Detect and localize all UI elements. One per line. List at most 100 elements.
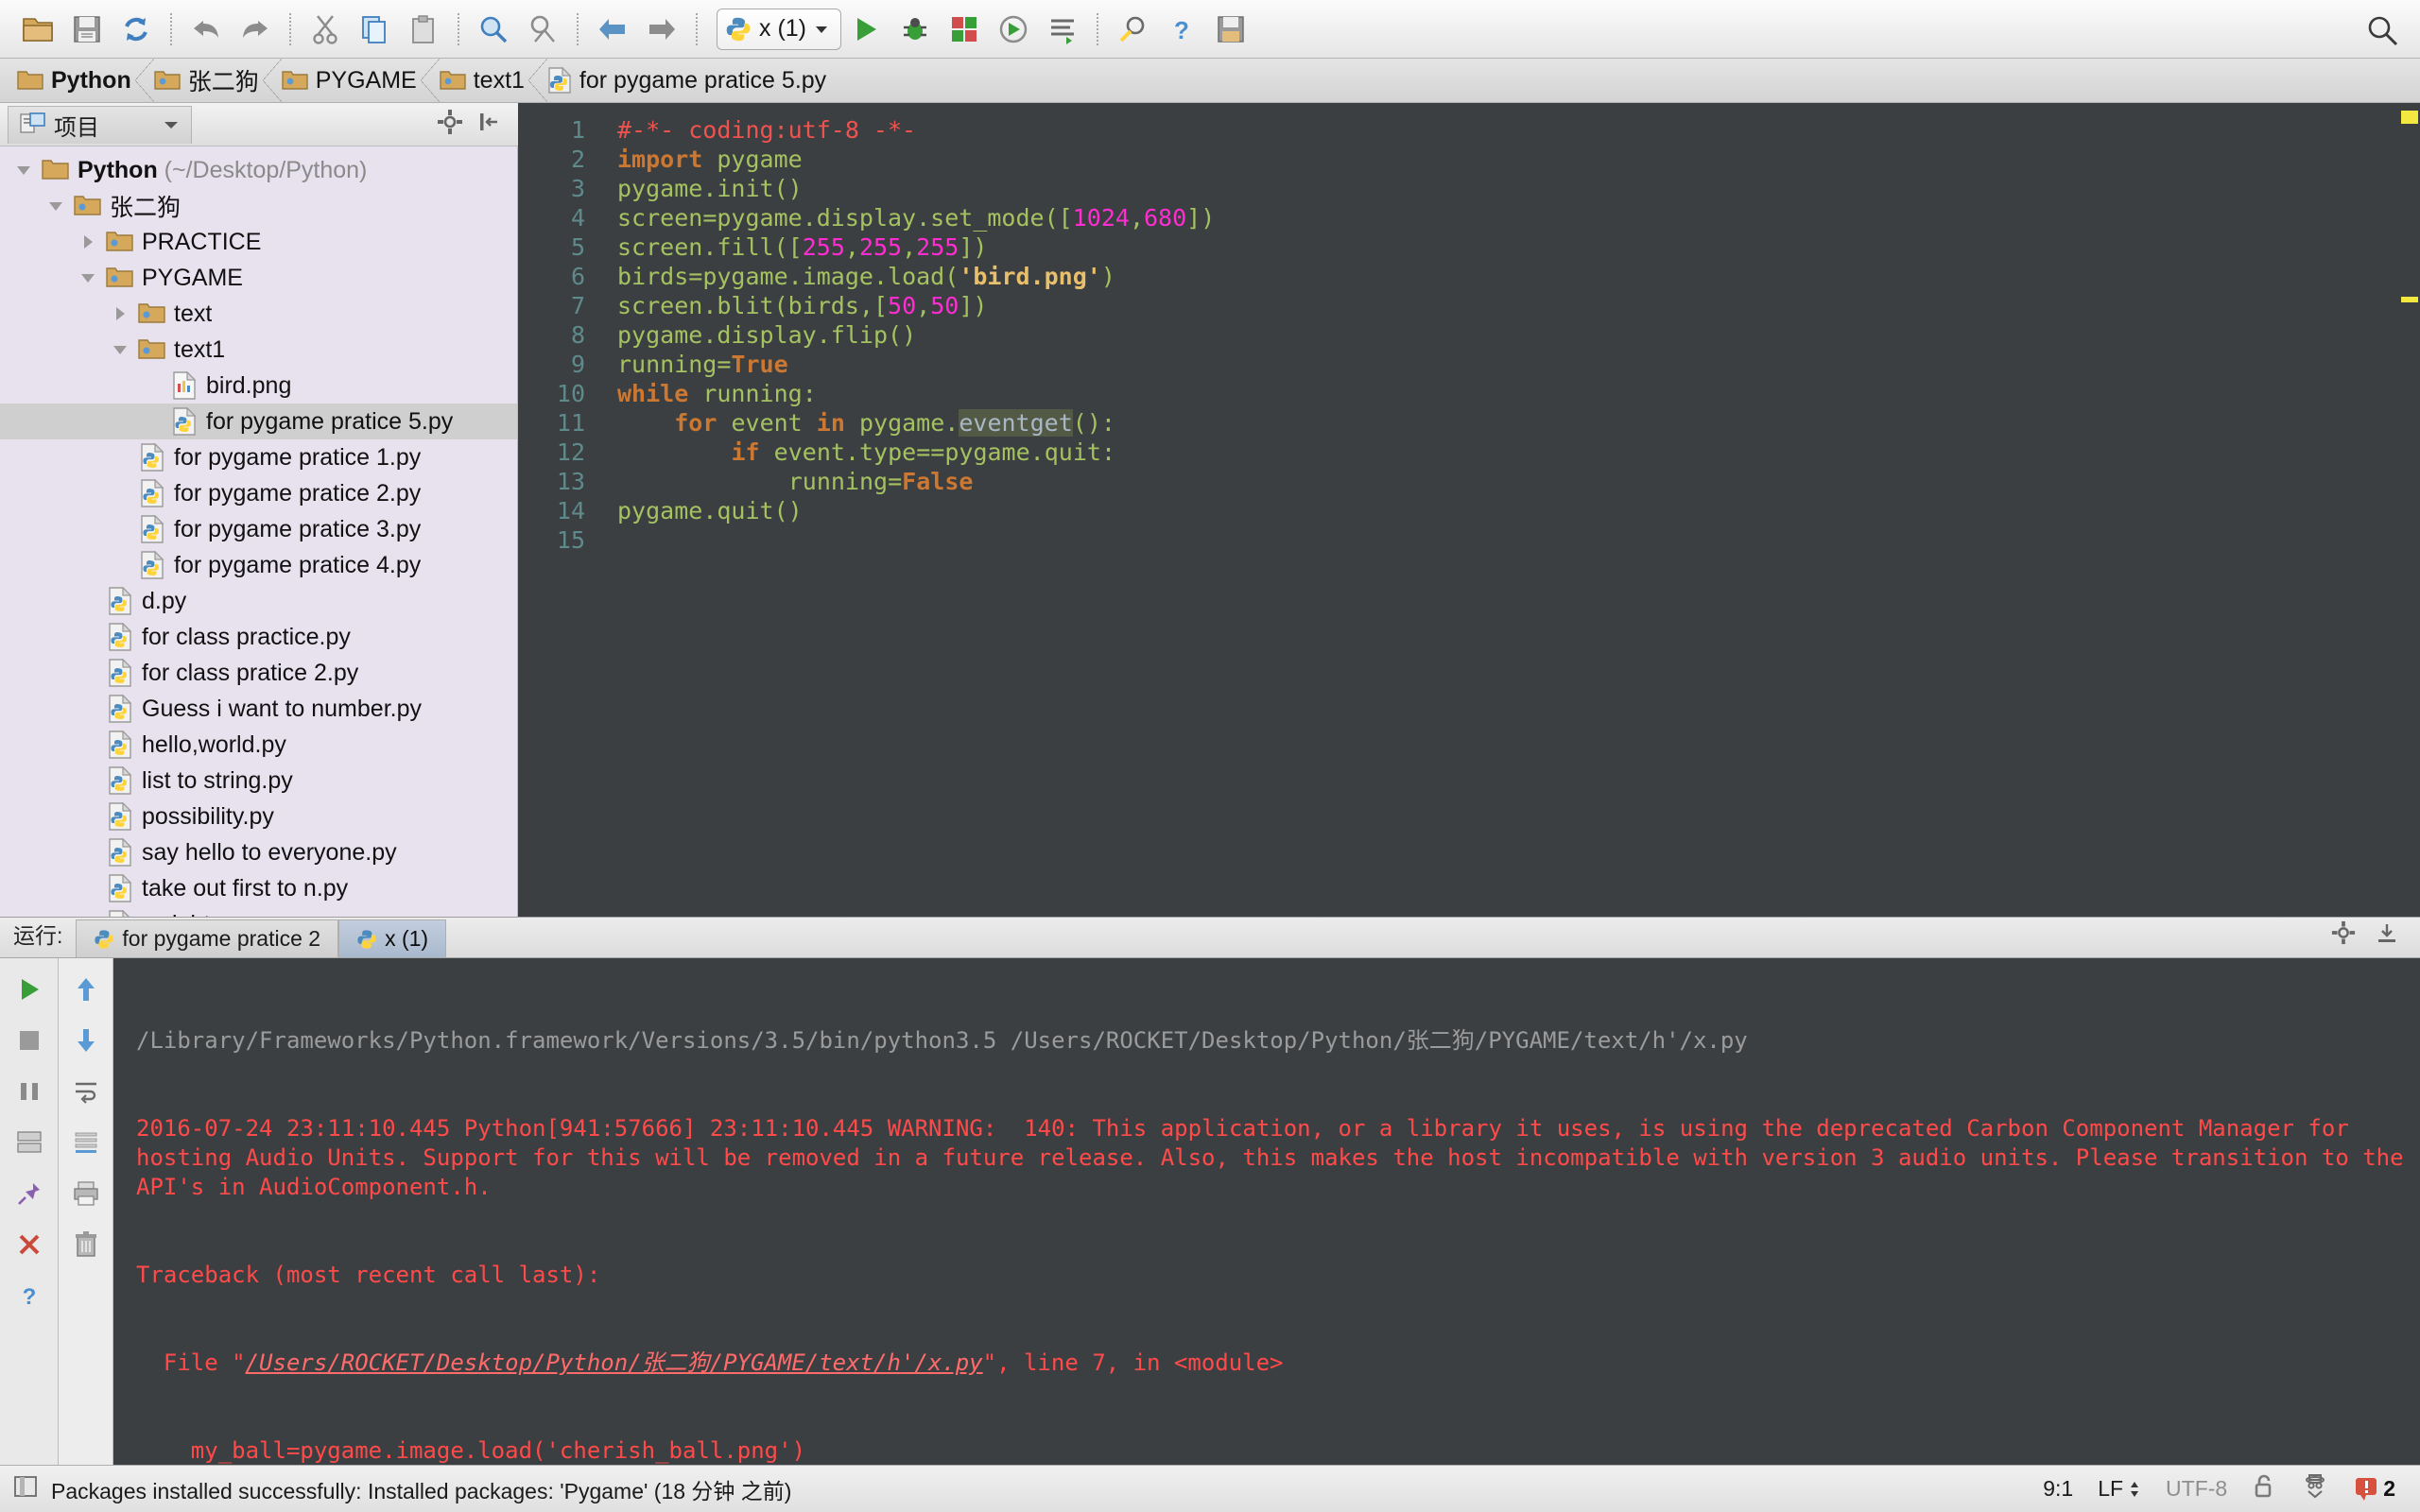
editor-marker-bar[interactable] xyxy=(2399,103,2420,917)
scroll-down-icon[interactable] xyxy=(62,1017,110,1064)
code-line[interactable] xyxy=(617,525,2420,555)
coverage-icon[interactable] xyxy=(940,7,989,52)
close-icon[interactable] xyxy=(6,1221,53,1268)
inspect-icon[interactable] xyxy=(1108,7,1157,52)
console-icon[interactable] xyxy=(1038,7,1087,52)
console-output[interactable]: /Library/Frameworks/Python.framework/Ver… xyxy=(113,958,2420,1465)
tree-node[interactable]: hello,world.py xyxy=(0,727,517,763)
run-configuration-selector[interactable]: x (1) xyxy=(717,9,841,50)
collapse-all-icon[interactable] xyxy=(476,110,501,139)
breadcrumb-item-python[interactable]: Python xyxy=(8,59,145,102)
pin-icon[interactable] xyxy=(6,1170,53,1217)
code-line[interactable]: birds=pygame.image.load('bird.png') xyxy=(617,262,2420,291)
soft-wrap-icon[interactable] xyxy=(62,1068,110,1115)
minimize-icon[interactable] xyxy=(2375,920,2399,950)
run-tab-x1[interactable]: x (1) xyxy=(338,919,446,957)
breadcrumb-item-zhang[interactable]: 张二狗 xyxy=(145,59,272,102)
sync-icon[interactable] xyxy=(112,7,161,52)
tree-node[interactable]: Python (~/Desktop/Python) xyxy=(0,152,517,188)
tree-node[interactable]: for pygame pratice 1.py xyxy=(0,439,517,475)
search-everywhere-icon[interactable] xyxy=(2365,13,2399,52)
caret-position[interactable]: 9:1 xyxy=(2043,1476,2073,1502)
scroll-up-icon[interactable] xyxy=(62,966,110,1013)
code-line[interactable]: pygame.init() xyxy=(617,174,2420,203)
tree-node-selected[interactable]: for pygame pratice 5.py xyxy=(0,404,517,439)
code-line[interactable]: screen.blit(birds,[50,50]) xyxy=(617,291,2420,320)
twisty-collapsed-icon[interactable] xyxy=(104,304,136,323)
tree-node[interactable]: take out first to n.py xyxy=(0,870,517,906)
code-line[interactable]: running=False xyxy=(617,467,2420,496)
tree-node[interactable]: for pygame pratice 2.py xyxy=(0,475,517,511)
pause-icon[interactable] xyxy=(6,1068,53,1115)
print-icon[interactable] xyxy=(62,1170,110,1217)
project-file-tree[interactable]: Python (~/Desktop/Python)张二狗PRACTICEPYGA… xyxy=(0,146,518,917)
code-line[interactable]: for event in pygame.eventget(): xyxy=(617,408,2420,438)
tree-node[interactable]: text1 xyxy=(0,332,517,368)
tree-node[interactable]: list to string.py xyxy=(0,763,517,799)
code-line[interactable]: running=True xyxy=(617,350,2420,379)
tree-node[interactable]: 张二狗 xyxy=(0,188,517,224)
settings-sync-icon[interactable] xyxy=(1206,7,1255,52)
tree-node[interactable]: text xyxy=(0,296,517,332)
tree-node[interactable]: possibility.py xyxy=(0,799,517,834)
cut-icon[interactable] xyxy=(301,7,350,52)
toggle-tasks-icon[interactable] xyxy=(6,1119,53,1166)
copy-icon[interactable] xyxy=(350,7,399,52)
trash-icon[interactable] xyxy=(62,1221,110,1268)
breadcrumb-item-file[interactable]: for pygame pratice 5.py xyxy=(538,59,839,102)
breadcrumb-item-text1[interactable]: text1 xyxy=(430,59,538,102)
replace-icon[interactable] xyxy=(518,7,567,52)
undo-icon[interactable] xyxy=(182,7,231,52)
tree-node[interactable]: for pygame pratice 3.py xyxy=(0,511,517,547)
debug-icon[interactable] xyxy=(890,7,940,52)
tree-node[interactable]: Guess i want to number.py xyxy=(0,691,517,727)
status-panel-icon[interactable] xyxy=(13,1474,38,1503)
tree-node[interactable]: PYGAME xyxy=(0,260,517,296)
rerun-icon[interactable] xyxy=(6,966,53,1013)
open-folder-icon[interactable] xyxy=(13,7,62,52)
code-line[interactable]: screen=pygame.display.set_mode([1024,680… xyxy=(617,203,2420,232)
project-tab[interactable]: 项目 xyxy=(8,106,192,144)
back-icon[interactable] xyxy=(588,7,637,52)
scroll-to-end-icon[interactable] xyxy=(62,1119,110,1166)
editor-code-area[interactable]: 123456789101112131415 #-*- coding:utf-8 … xyxy=(518,103,2420,917)
run-tab-pygame-pratice-2[interactable]: for pygame pratice 2 xyxy=(76,919,338,957)
run-icon[interactable] xyxy=(841,7,890,52)
forward-icon[interactable] xyxy=(637,7,686,52)
code-line[interactable]: import pygame xyxy=(617,145,2420,174)
help-icon[interactable]: ? xyxy=(1157,7,1206,52)
editor-code[interactable]: #-*- coding:utf-8 -*-import pygamepygame… xyxy=(598,103,2420,917)
save-icon[interactable] xyxy=(62,7,112,52)
hector-icon[interactable] xyxy=(2301,1472,2329,1505)
tree-node[interactable]: for pygame pratice 4.py xyxy=(0,547,517,583)
tree-node[interactable]: for class pratice 2.py xyxy=(0,655,517,691)
code-line[interactable]: if event.type==pygame.quit: xyxy=(617,438,2420,467)
find-icon[interactable] xyxy=(469,7,518,52)
encoding[interactable]: UTF-8 xyxy=(2166,1476,2227,1502)
profile-icon[interactable] xyxy=(989,7,1038,52)
redo-icon[interactable] xyxy=(231,7,280,52)
tree-node[interactable]: for class practice.py xyxy=(0,619,517,655)
console-file-link[interactable]: /Users/ROCKET/Desktop/Python/张二狗/PYGAME/… xyxy=(246,1349,983,1376)
code-line[interactable]: screen.fill([255,255,255]) xyxy=(617,232,2420,262)
tree-node[interactable]: say hello to everyone.py xyxy=(0,834,517,870)
status-badge[interactable]: 2 xyxy=(2354,1476,2395,1503)
code-line[interactable]: pygame.display.flip() xyxy=(617,320,2420,350)
tree-node[interactable]: weight.py xyxy=(0,906,517,917)
tree-node[interactable]: bird.png xyxy=(0,368,517,404)
line-separator[interactable]: LF xyxy=(2098,1476,2141,1502)
twisty-expanded-icon[interactable] xyxy=(104,340,136,359)
tree-node[interactable]: d.py xyxy=(0,583,517,619)
code-line[interactable]: #-*- coding:utf-8 -*- xyxy=(617,115,2420,145)
marker-warning-2[interactable] xyxy=(2401,297,2418,302)
code-line[interactable]: while running: xyxy=(617,379,2420,408)
twisty-expanded-icon[interactable] xyxy=(72,268,104,287)
marker-warning[interactable] xyxy=(2401,111,2418,124)
twisty-expanded-icon[interactable] xyxy=(8,161,40,180)
gear-icon[interactable] xyxy=(437,109,463,140)
tree-node[interactable]: PRACTICE xyxy=(0,224,517,260)
twisty-expanded-icon[interactable] xyxy=(40,197,72,215)
breadcrumb-item-pygame[interactable]: PYGAME xyxy=(272,59,430,102)
lock-icon[interactable] xyxy=(2252,1473,2276,1504)
twisty-collapsed-icon[interactable] xyxy=(72,232,104,251)
